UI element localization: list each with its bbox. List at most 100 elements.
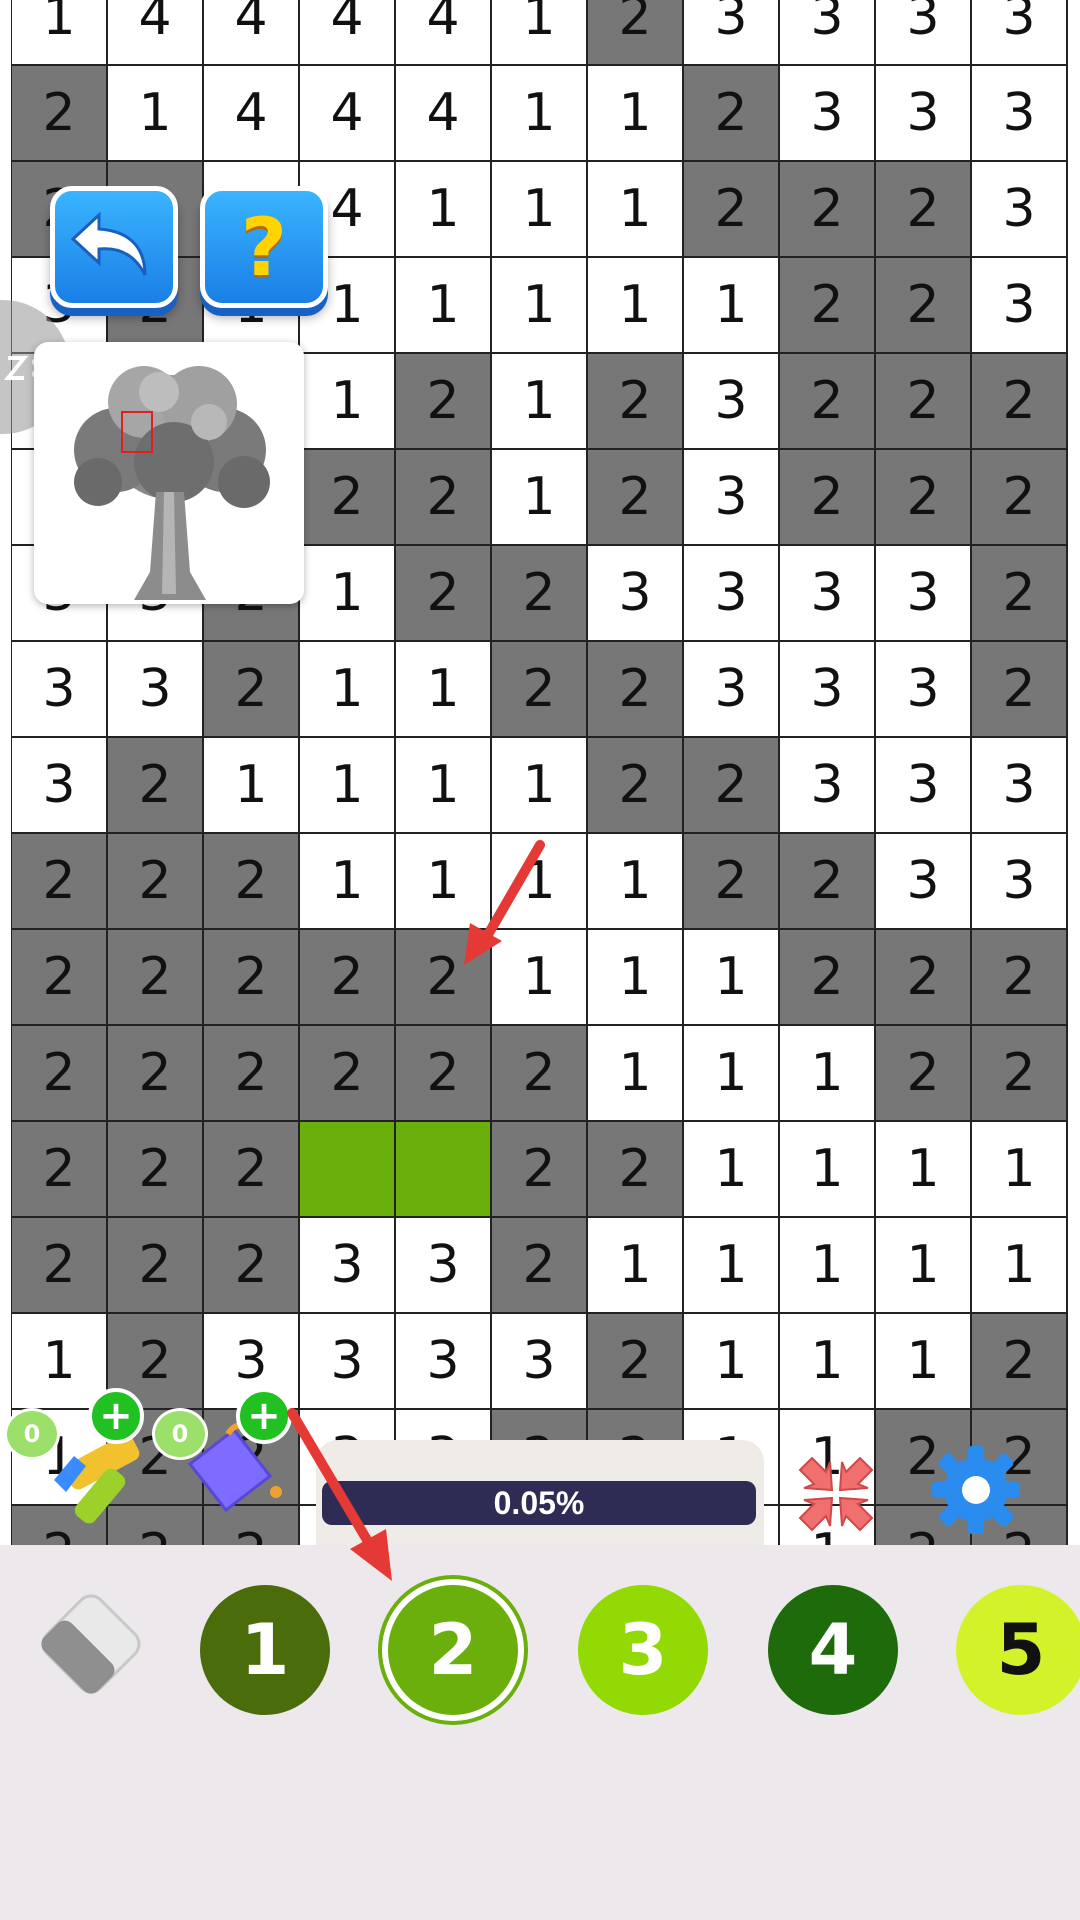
grid-cell[interactable]: 2: [972, 642, 1068, 738]
grid-cell[interactable]: 3: [876, 738, 972, 834]
grid-cell[interactable]: 2: [780, 258, 876, 354]
grid-cell[interactable]: 3: [588, 546, 684, 642]
grid-cell[interactable]: 2: [492, 546, 588, 642]
grid-cell[interactable]: 3: [12, 642, 108, 738]
grid-cell[interactable]: 3: [780, 738, 876, 834]
grid-cell[interactable]: 1: [204, 738, 300, 834]
grid-cell[interactable]: 3: [876, 546, 972, 642]
grid-cell[interactable]: 3: [780, 642, 876, 738]
collapse-button[interactable]: [794, 1452, 878, 1536]
grid-cell[interactable]: 1: [492, 0, 588, 66]
grid-cell[interactable]: 1: [492, 354, 588, 450]
grid-cell[interactable]: 2: [972, 450, 1068, 546]
undo-button[interactable]: [50, 186, 178, 308]
grid-cell[interactable]: 3: [12, 738, 108, 834]
grid-cell[interactable]: 2: [972, 1314, 1068, 1410]
grid-cell[interactable]: 3: [684, 354, 780, 450]
grid-cell[interactable]: 1: [300, 738, 396, 834]
picture-preview[interactable]: [34, 342, 304, 604]
grid-cell[interactable]: 2: [12, 834, 108, 930]
eraser-button[interactable]: [28, 1581, 154, 1707]
grid-cell[interactable]: 2: [12, 1218, 108, 1314]
grid-cell[interactable]: 3: [684, 546, 780, 642]
grid-cell[interactable]: 4: [108, 0, 204, 66]
grid-cell[interactable]: 1: [588, 162, 684, 258]
grid-cell[interactable]: 2: [588, 1314, 684, 1410]
grid-cell[interactable]: 1: [588, 930, 684, 1026]
grid-cell[interactable]: 1: [492, 66, 588, 162]
grid-cell[interactable]: 1: [972, 1218, 1068, 1314]
grid-cell[interactable]: 1: [684, 258, 780, 354]
grid-cell[interactable]: 2: [684, 738, 780, 834]
grid-cell[interactable]: 2: [300, 930, 396, 1026]
grid-cell[interactable]: 3: [876, 0, 972, 66]
grid-cell[interactable]: 3: [300, 1218, 396, 1314]
color-swatch-1[interactable]: 1: [200, 1585, 330, 1715]
color-swatch-4[interactable]: 4: [768, 1585, 898, 1715]
grid-cell[interactable]: 2: [492, 1026, 588, 1122]
grid-cell[interactable]: 2: [204, 1218, 300, 1314]
grid-cell[interactable]: 2: [588, 738, 684, 834]
grid-cell[interactable]: 1: [108, 66, 204, 162]
color-swatch-2[interactable]: 2: [388, 1585, 518, 1715]
grid-cell[interactable]: 2: [12, 1122, 108, 1218]
grid-cell[interactable]: 2: [876, 162, 972, 258]
grid-cell[interactable]: 1: [780, 1122, 876, 1218]
grid-cell[interactable]: 1: [588, 258, 684, 354]
grid-cell[interactable]: 1: [396, 642, 492, 738]
grid-cell[interactable]: 1: [396, 162, 492, 258]
grid-cell[interactable]: 2: [972, 930, 1068, 1026]
grid-cell[interactable]: 2: [108, 738, 204, 834]
grid-cell[interactable]: 1: [12, 0, 108, 66]
grid-cell[interactable]: 3: [780, 66, 876, 162]
grid-cell[interactable]: 2: [780, 834, 876, 930]
grid-cell[interactable]: 3: [972, 834, 1068, 930]
grid-cell[interactable]: 4: [300, 0, 396, 66]
grid-cell[interactable]: 1: [492, 450, 588, 546]
grid-cell[interactable]: 2: [12, 66, 108, 162]
grid-cell[interactable]: 2: [780, 450, 876, 546]
grid-cell[interactable]: 1: [684, 1122, 780, 1218]
grid-cell[interactable]: 2: [492, 642, 588, 738]
grid-cell[interactable]: 3: [684, 642, 780, 738]
grid-cell[interactable]: 1: [300, 546, 396, 642]
add-bucket-button[interactable]: +: [236, 1388, 292, 1444]
grid-cell[interactable]: 2: [684, 66, 780, 162]
grid-cell[interactable]: 1: [492, 258, 588, 354]
grid-cell[interactable]: 2: [588, 642, 684, 738]
grid-cell[interactable]: 2: [12, 930, 108, 1026]
magic-brush-tool[interactable]: 0 +: [4, 1388, 150, 1530]
grid-cell[interactable]: 3: [972, 66, 1068, 162]
grid-cell[interactable]: 1: [300, 642, 396, 738]
grid-cell[interactable]: 1: [492, 162, 588, 258]
grid-cell[interactable]: 2: [876, 354, 972, 450]
grid-cell[interactable]: 2: [204, 930, 300, 1026]
grid-cell[interactable]: 2: [204, 834, 300, 930]
grid-cell-filled[interactable]: [396, 1122, 492, 1218]
grid-cell-filled[interactable]: [300, 1122, 396, 1218]
grid-cell[interactable]: 2: [204, 1122, 300, 1218]
color-swatch-5[interactable]: 5: [956, 1585, 1080, 1715]
grid-cell[interactable]: 2: [204, 1026, 300, 1122]
grid-cell[interactable]: 2: [396, 1026, 492, 1122]
grid-cell[interactable]: 2: [108, 1218, 204, 1314]
grid-cell[interactable]: 2: [396, 450, 492, 546]
grid-cell[interactable]: 2: [780, 162, 876, 258]
grid-cell[interactable]: 1: [588, 834, 684, 930]
grid-cell[interactable]: 1: [972, 1122, 1068, 1218]
grid-cell[interactable]: 1: [300, 354, 396, 450]
grid-cell[interactable]: 3: [972, 0, 1068, 66]
grid-cell[interactable]: 2: [492, 1122, 588, 1218]
grid-cell[interactable]: 1: [396, 834, 492, 930]
grid-cell[interactable]: 2: [876, 450, 972, 546]
grid-cell[interactable]: 1: [396, 738, 492, 834]
grid-cell[interactable]: 3: [108, 642, 204, 738]
grid-cell[interactable]: 1: [396, 258, 492, 354]
grid-cell[interactable]: 2: [780, 354, 876, 450]
grid-cell[interactable]: 1: [588, 1218, 684, 1314]
paint-bucket-tool[interactable]: 0 +: [152, 1388, 292, 1530]
grid-cell[interactable]: 1: [300, 834, 396, 930]
grid-cell[interactable]: 1: [780, 1026, 876, 1122]
grid-cell[interactable]: 3: [396, 1314, 492, 1410]
grid-cell[interactable]: 1: [684, 930, 780, 1026]
